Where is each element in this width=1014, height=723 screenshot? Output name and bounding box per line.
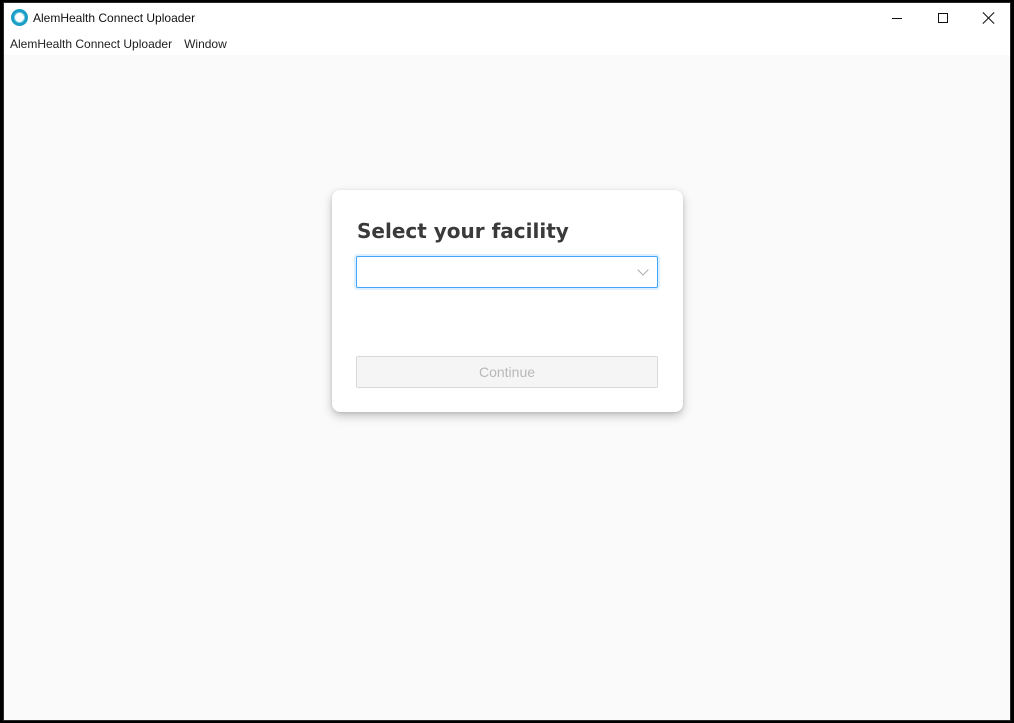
window-title: AlemHealth Connect Uploader xyxy=(33,11,196,25)
facility-card: Select your facility Continue xyxy=(332,190,683,412)
menu-app[interactable]: AlemHealth Connect Uploader xyxy=(9,37,179,51)
app-window: AlemHealth Connect Uploader AlemHealth C… xyxy=(3,2,1011,721)
menu-bar: AlemHealth Connect Uploader Window xyxy=(4,33,1010,55)
title-bar[interactable]: AlemHealth Connect Uploader xyxy=(4,3,1010,33)
menu-window[interactable]: Window xyxy=(183,37,234,51)
close-icon xyxy=(983,12,995,24)
main-content: Select your facility Continue xyxy=(4,55,1010,720)
continue-button[interactable]: Continue xyxy=(356,356,658,388)
minimize-icon xyxy=(892,17,902,19)
app-logo-icon xyxy=(11,9,28,26)
maximize-button[interactable] xyxy=(920,3,966,33)
page-title: Select your facility xyxy=(357,219,569,243)
minimize-button[interactable] xyxy=(874,3,920,33)
facility-select[interactable] xyxy=(356,256,658,288)
chevron-down-icon xyxy=(637,264,649,276)
maximize-icon xyxy=(938,13,948,23)
close-button[interactable] xyxy=(966,3,1012,33)
